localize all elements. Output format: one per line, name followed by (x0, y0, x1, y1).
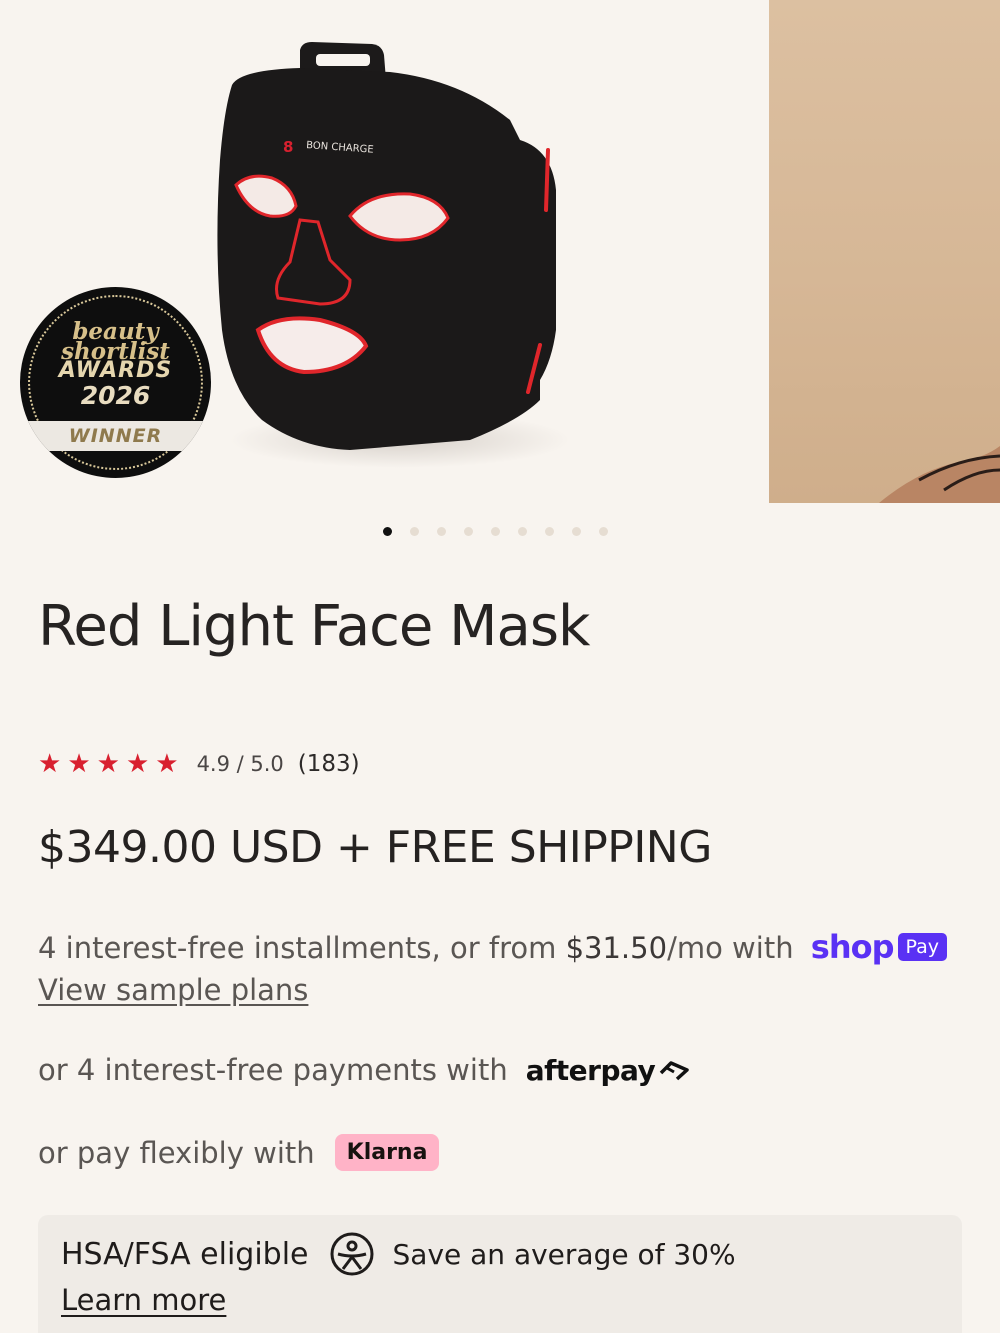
award-badge: beauty shortlist AWARDS 2026 WINNER (20, 287, 211, 478)
pagination-dot-7[interactable] (545, 527, 554, 536)
star-icon: ★ (96, 749, 120, 779)
star-icon: ★ (38, 749, 62, 779)
klarna-message: or pay flexibly with Klarna (38, 1134, 440, 1171)
pagination-dot-4[interactable] (464, 527, 473, 536)
product-price: $349.00 USD + FREE SHIPPING (38, 822, 712, 873)
afterpay-text: or 4 interest-free payments with (38, 1053, 508, 1087)
badge-year: 2026 (80, 381, 151, 410)
view-sample-plans-link[interactable]: View sample plans (38, 973, 308, 1007)
badge-winner-band: WINNER (20, 421, 211, 451)
pagination-dot-9[interactable] (599, 527, 608, 536)
shop-pay-installments: 4 interest-free installments, or from $3… (38, 928, 968, 966)
pagination-dot-6[interactable] (518, 527, 527, 536)
svg-text:8: 8 (283, 138, 293, 156)
rating-score: 4.9 / 5.0 (196, 752, 284, 776)
pagination-dot-2[interactable] (410, 527, 419, 536)
model-photo-image (879, 446, 1000, 503)
hsa-fsa-row: HSA/FSA eligible Save an average of 30% (61, 1231, 736, 1277)
hsa-learn-more-link[interactable]: Learn more (61, 1283, 226, 1317)
pagination-dot-1[interactable] (383, 527, 392, 536)
shop-pay-logo: shop (810, 928, 895, 966)
pagination-dot-3[interactable] (437, 527, 446, 536)
review-count[interactable]: (183) (298, 751, 360, 777)
star-icon: ★ (67, 749, 91, 779)
klarna-text: or pay flexibly with (38, 1135, 315, 1170)
gallery-slide-next[interactable] (769, 0, 1000, 503)
hsa-fsa-panel: HSA/FSA eligible Save an average of 30% … (38, 1215, 962, 1333)
shop-pay-suffix: /mo with (667, 931, 794, 965)
badge-line-3: AWARDS (58, 358, 173, 383)
product-title: Red Light Face Mask (38, 594, 590, 659)
klarna-logo[interactable]: Klarna (334, 1134, 440, 1171)
star-icon: ★ (125, 749, 150, 779)
gallery-pagination (383, 527, 608, 537)
afterpay-message: or 4 interest-free payments with afterpa… (38, 1053, 691, 1087)
shop-pay-prefix: 4 interest-free installments, or from (38, 931, 566, 965)
hsa-fsa-title: HSA/FSA eligible (61, 1236, 309, 1272)
gallery-slide-main[interactable]: 8 BON CHARGE beauty shortlist AWARDS 202… (0, 0, 770, 505)
hsa-savings-text: Save an average of 30% (392, 1237, 736, 1271)
product-gallery[interactable]: 8 BON CHARGE beauty shortlist AWARDS 202… (0, 0, 1000, 505)
afterpay-arrows-icon (660, 1061, 690, 1081)
product-rating[interactable]: ★ ★ ★ ★ ★ 4.9 / 5.0 (183) (38, 751, 360, 777)
rating-stars: ★ ★ ★ ★ ★ (38, 751, 179, 777)
star-icon: ★ (155, 749, 179, 779)
person-circle-icon (330, 1232, 374, 1276)
afterpay-logo-text: afterpay (525, 1053, 656, 1087)
pagination-dot-8[interactable] (572, 527, 581, 536)
shop-pay-pill: Pay (897, 933, 948, 961)
shop-pay-amount: $31.50 (565, 931, 668, 965)
pagination-dot-5[interactable] (491, 527, 500, 536)
afterpay-logo[interactable]: afterpay (526, 1054, 692, 1087)
